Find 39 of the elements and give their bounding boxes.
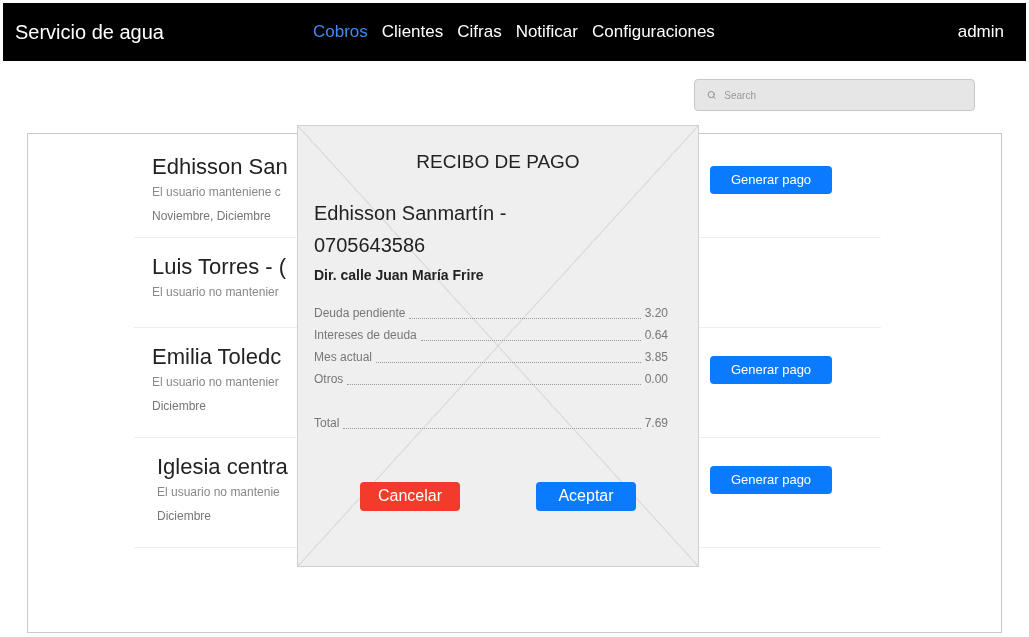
receipt-line-label: Deuda pendiente [314,304,406,322]
client-detail: El usuario no mantenier [152,284,279,301]
nav-link[interactable]: Clientes [381,19,444,45]
receipt-line-amount: 0.64 [644,326,668,344]
accept-button[interactable]: Aceptar [536,481,636,511]
generate-payment-button[interactable]: Generar pago [710,166,832,194]
client-detail: El usuario manteniene c [152,184,281,201]
brand-title: Servicio de agua [15,20,165,45]
search-input[interactable]: Search [724,87,962,103]
client-name: Iglesia centra [157,453,288,481]
receipt-client: Edhisson Sanmartín - 0705643586 [314,200,508,258]
pending-months: Diciembre [152,398,206,415]
user-name[interactable]: admin [957,19,1014,45]
search-field[interactable]: Search [694,79,975,111]
receipt-address: Dir. calle Juan María Frire [314,265,485,285]
nav-link[interactable]: Cobros [313,19,368,45]
receipt-line-label: Total [314,414,340,432]
nav-link[interactable]: Cifras [457,19,502,45]
receipt-line-label: Intereses de deuda [314,326,417,344]
client-detail: El usuario no mantenie [157,484,280,501]
pending-months: Noviembre, Diciembre [152,208,271,225]
generate-payment-button[interactable]: Generar pago [710,466,832,494]
search-icon [707,90,717,100]
receipt-line-amount: 0.00 [644,370,668,388]
cancel-button[interactable]: Cancelar [360,481,460,511]
generate-payment-button[interactable]: Generar pago [710,356,832,384]
receipt-line-label: Mes actual [314,348,373,366]
client-name: Luis Torres - ( [152,253,287,281]
client-name: Edhisson San [152,153,288,181]
client-detail: El usuario no mantenier [152,374,279,391]
receipt-line-amount: 3.20 [644,304,668,322]
receipt-title: RECIBO DE PAGO [416,150,580,174]
receipt-line-label: Otros [314,370,344,388]
nav-link[interactable]: Notificar [515,19,578,45]
receipt-line-amount: 7.69 [644,414,668,432]
receipt-line-amount: 3.85 [644,348,668,366]
client-name: Emilia Toledc [152,343,282,371]
pending-months: Diciembre [157,508,211,525]
nav-link[interactable]: Configuraciones [592,19,715,45]
